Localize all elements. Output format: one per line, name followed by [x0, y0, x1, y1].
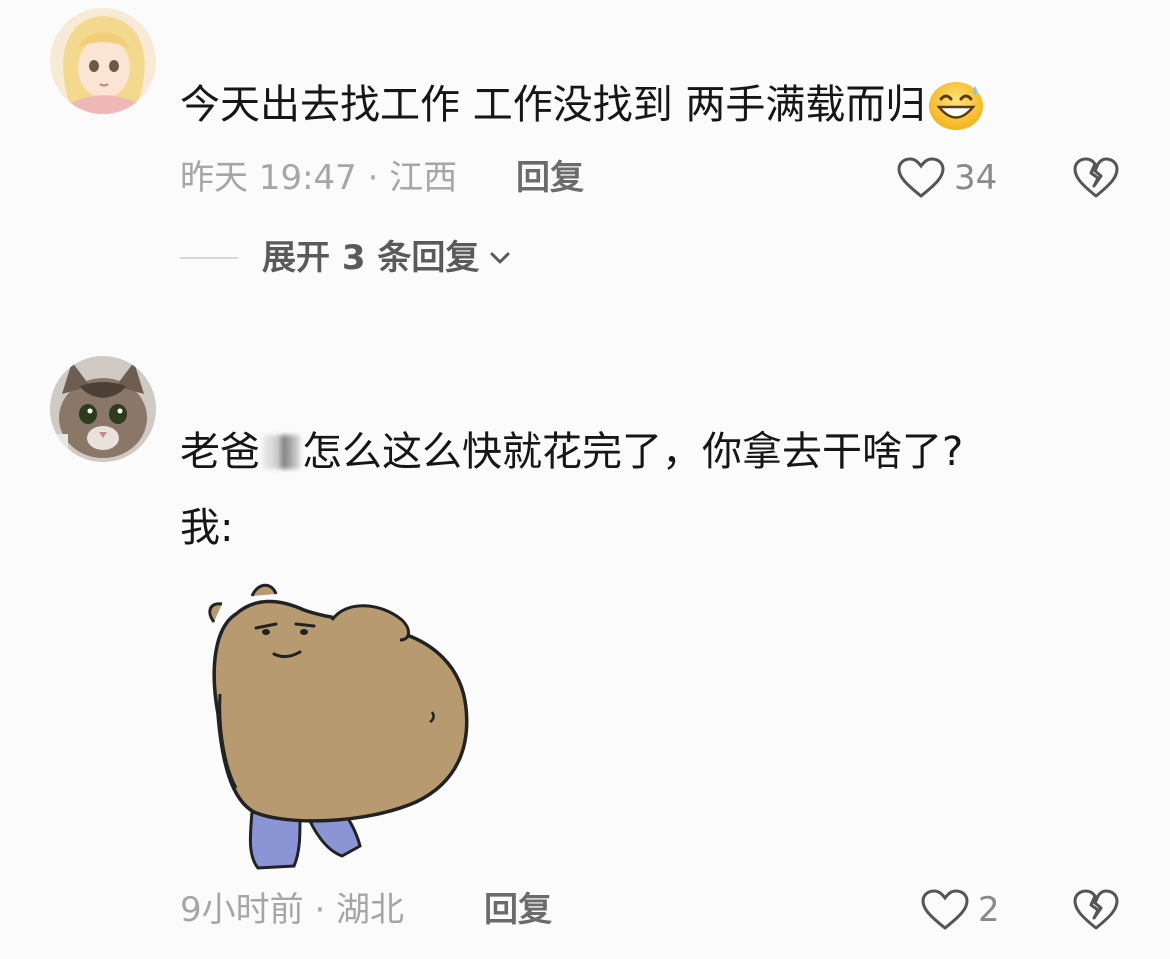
comment-meta-2: 9小时前 · 湖北 [180, 890, 405, 930]
comment-thread: 今天出去找工作 工作没找到 两手满载而归 昨天 19:47 · 江西 回复 34 [0, 0, 1170, 959]
heart-outline-icon [921, 889, 969, 930]
anime-girl-avatar-icon [50, 8, 156, 114]
fat-bear-meme-sticker-icon [196, 574, 476, 878]
like-count: 34 [954, 158, 998, 198]
dislike-button[interactable] [1072, 888, 1120, 932]
kitten-avatar-icon [50, 356, 156, 462]
user-avatar-kitten[interactable] [50, 356, 156, 462]
like-button[interactable]: 34 [896, 156, 997, 200]
comment-meta-1: 昨天 19:47 · 江西 [180, 158, 458, 198]
grinning-sweat-emoji-icon [927, 80, 985, 143]
heart-outline-icon [897, 157, 945, 198]
reply-button[interactable]: 回复 [484, 890, 552, 930]
like-button[interactable]: 2 [920, 888, 1000, 932]
divider-line [180, 257, 238, 259]
broken-heart-icon [1073, 157, 1119, 198]
comment-body-part2: 怎么这么快就花完了，你拿去干啥了? [302, 429, 964, 475]
expand-replies-label: 展开 3 条回复 [262, 238, 480, 278]
user-avatar-anime-girl[interactable] [50, 8, 156, 114]
reply-button[interactable]: 回复 [516, 158, 584, 198]
comment-body: 今天出去找工作 工作没找到 两手满载而归 [180, 82, 926, 128]
comment-text-2-line2: 我: [180, 505, 234, 551]
comment-text-2: 老爸 怎么这么快就花完了，你拿去干啥了? [180, 428, 963, 476]
dislike-button[interactable] [1072, 156, 1120, 200]
like-count: 2 [978, 890, 1000, 930]
expand-replies-button[interactable]: 展开 3 条回复 [180, 236, 511, 280]
blurred-text-patch [262, 435, 300, 469]
comment-text-1: 今天出去找工作 工作没找到 两手满载而归 [180, 80, 985, 143]
broken-heart-icon [1073, 889, 1119, 930]
comment-body-part1: 老爸 [180, 429, 260, 475]
chevron-down-icon [490, 252, 510, 264]
